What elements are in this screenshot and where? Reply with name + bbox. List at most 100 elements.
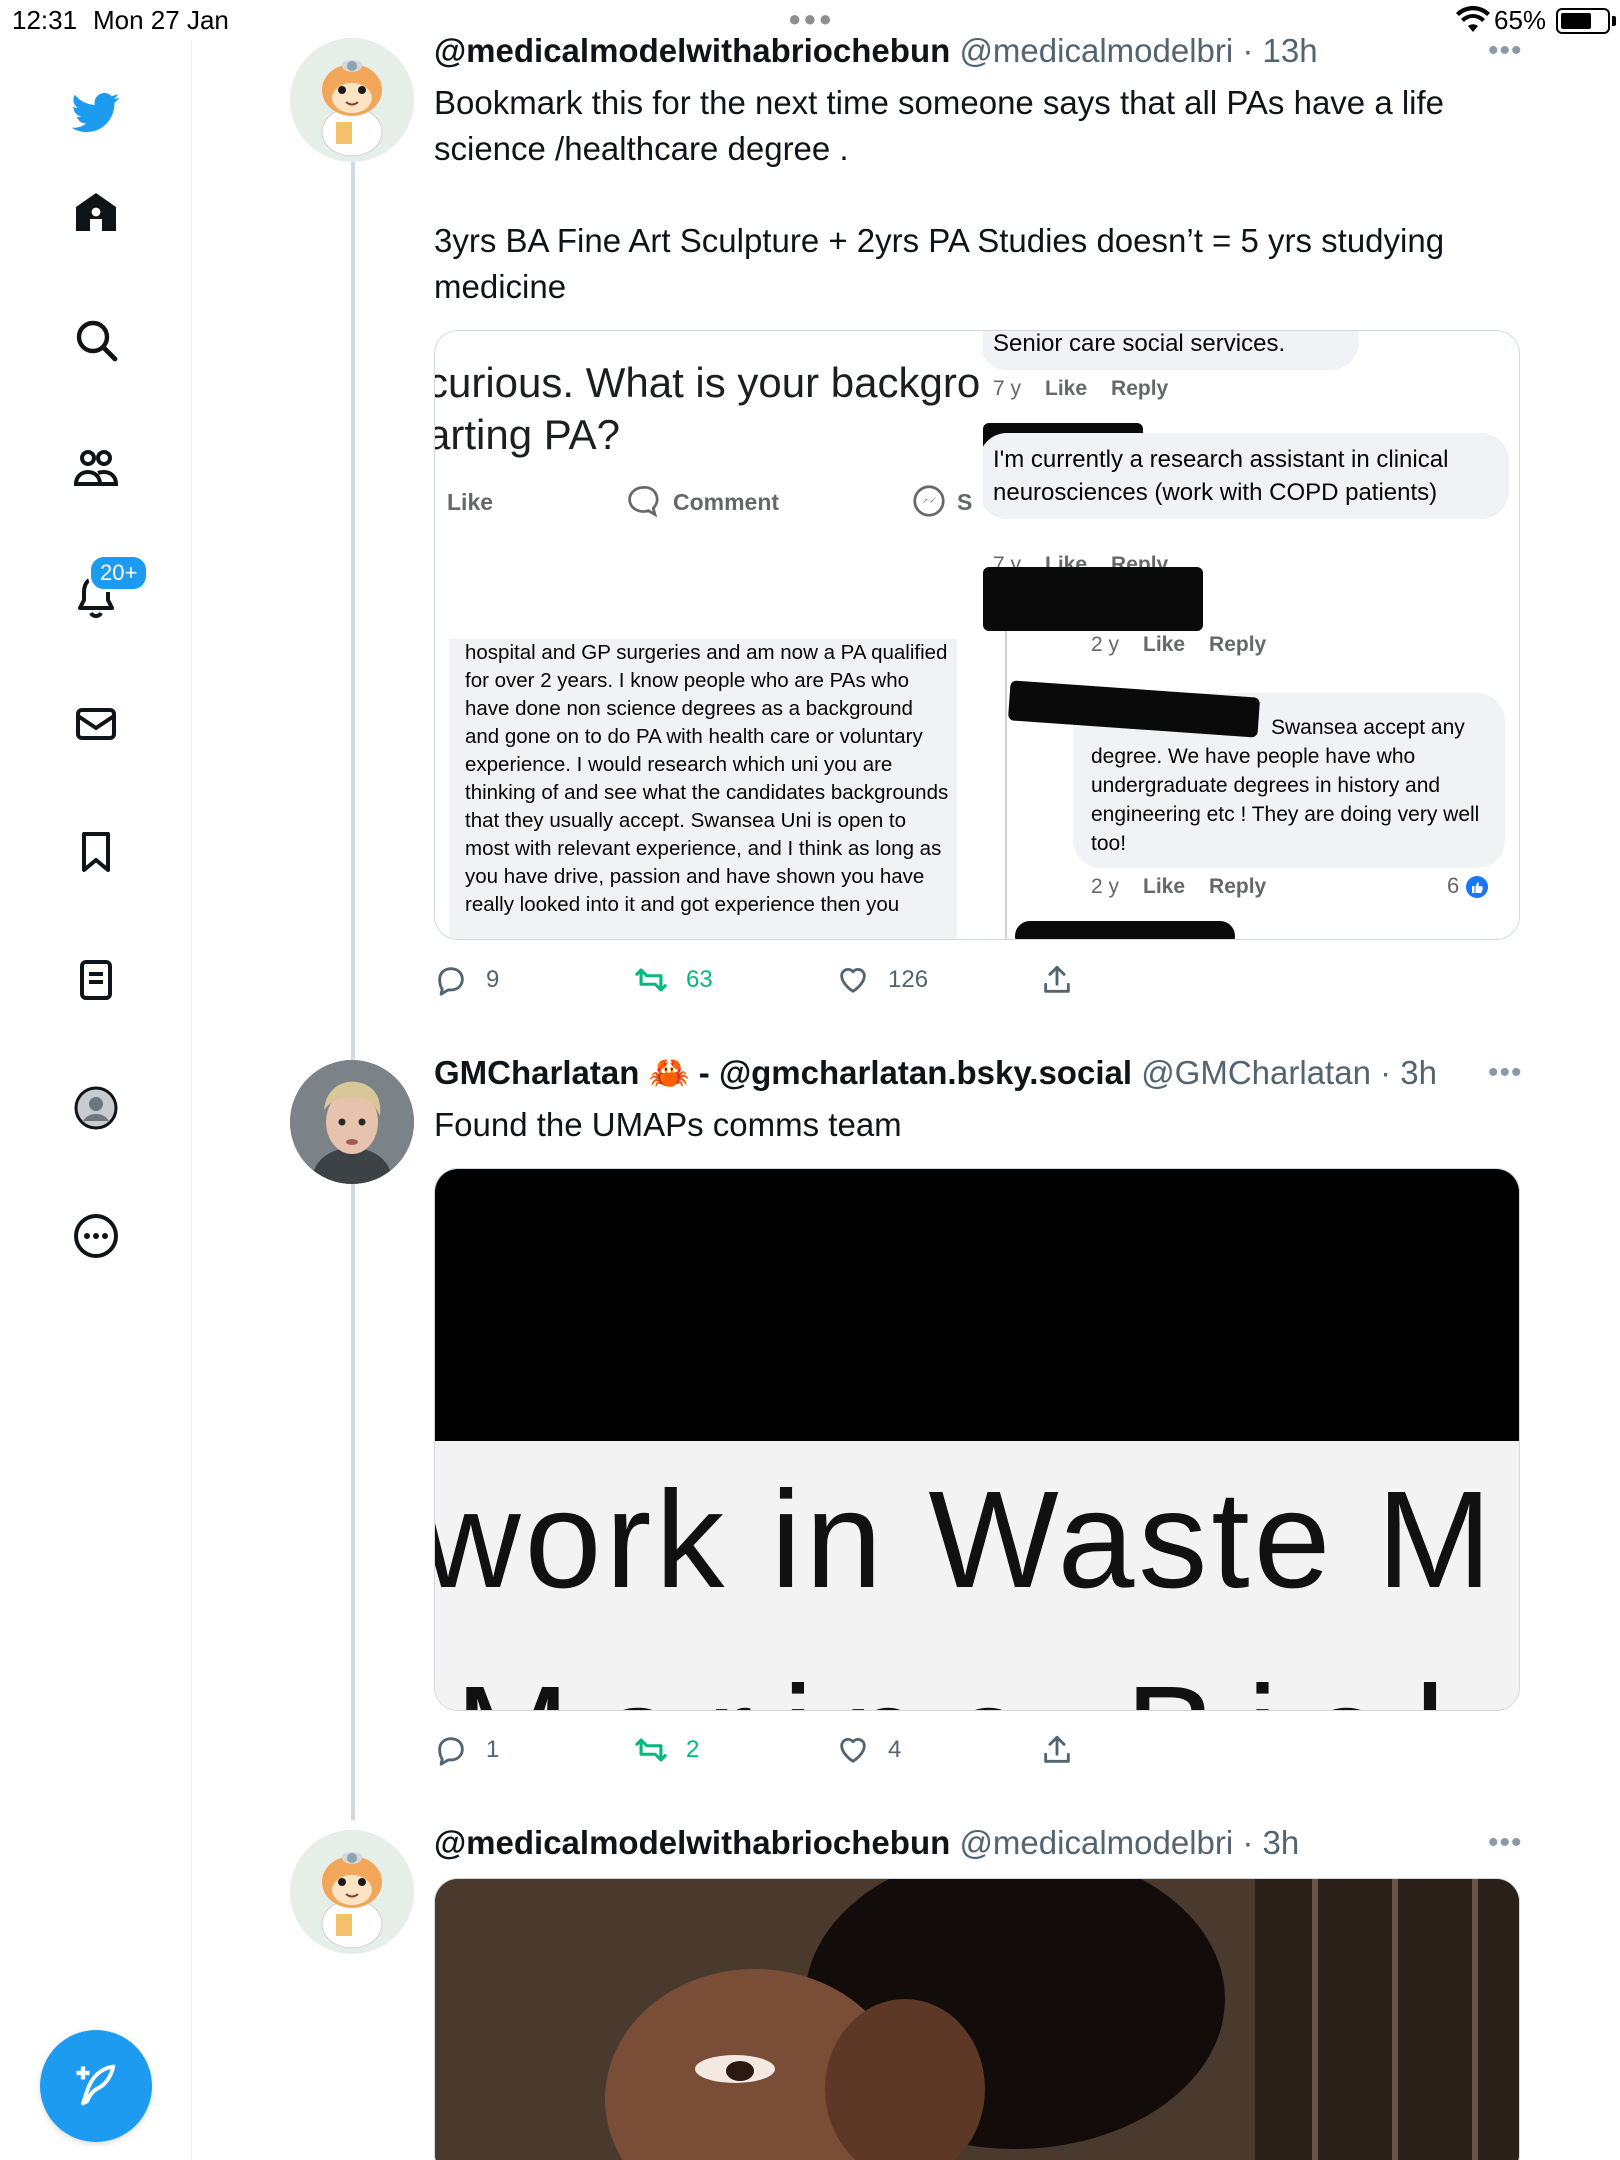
screenshot-comment-text: Senior care social services. <box>993 331 1286 357</box>
media-black-area <box>435 1169 1519 1441</box>
compose-feather-icon <box>76 2064 116 2106</box>
retweet-button[interactable]: 63 <box>634 960 713 1000</box>
lists-icon[interactable] <box>66 950 126 1010</box>
screenshot-comment-meta: 2 y Like Reply <box>1091 875 1266 899</box>
notifications-badge: 20+ <box>88 554 150 592</box>
share-button[interactable] <box>1040 1730 1092 1770</box>
tweet-avatar[interactable] <box>290 1060 414 1184</box>
tweet-media-image[interactable]: work in Waste M Marine Biology <box>434 1168 1520 1711</box>
tweet-text-line <box>434 172 1514 218</box>
tweet-display-name[interactable]: @medicalmodelwithabriochebun <box>434 32 950 69</box>
man-portrait-avatar-image <box>290 1060 414 1184</box>
redaction-bar <box>983 567 1203 631</box>
battery-icon <box>1556 8 1610 34</box>
twitter-logo-icon[interactable] <box>66 82 126 142</box>
tweet-handle-time: @GMCharlatan · 3h <box>1141 1054 1437 1091</box>
tweet-media-image[interactable] <box>434 1878 1520 2160</box>
tweet-text-line: Bookmark this for the next time someone … <box>434 84 1445 167</box>
heart-icon <box>840 1738 866 1763</box>
screenshot-comment-text: I'm currently a research assistant in cl… <box>993 446 1449 506</box>
reply-icon <box>438 967 464 996</box>
reply-count: 9 <box>486 966 500 993</box>
retweet-button[interactable]: 2 <box>634 1730 699 1770</box>
share-icon <box>1044 965 1070 993</box>
reply-icon <box>438 1737 464 1766</box>
tweet-header: @medicalmodelwithabriochebun @medicalmod… <box>434 1824 1299 1862</box>
retweet-count: 63 <box>686 966 713 993</box>
screenshot-like-label: Like <box>447 489 494 515</box>
tweet-avatar[interactable] <box>290 1830 414 1954</box>
reply-button[interactable]: 9 <box>434 960 499 1000</box>
tweet-text-line: 3yrs BA Fine Art Sculpture + 2yrs PA Stu… <box>434 222 1445 305</box>
redaction-bar <box>1015 921 1235 939</box>
profile-avatar-icon[interactable] <box>66 1078 126 1138</box>
screenshot-post-panel: curious. What is your backgrou arting PA… <box>435 331 1004 631</box>
screenshot-question: curious. What is your backgrou arting PA… <box>434 357 1004 461</box>
status-time: 12:31 <box>12 5 78 35</box>
screenshot-comment-meta: 2 y Like Reply <box>1091 633 1266 657</box>
retweet-icon <box>635 968 667 992</box>
screenshot-question-line: curious. What is your backgrou <box>434 359 1004 406</box>
tweet-media-image[interactable]: curious. What is your backgrou arting PA… <box>434 330 1520 940</box>
thumbs-up-reaction-icon <box>1466 876 1489 899</box>
screenshot-comment-text: Swansea accept any degree. We have peopl… <box>1091 716 1480 855</box>
retweet-count: 2 <box>686 1736 700 1763</box>
comment-age: 7 y <box>993 377 1022 400</box>
search-icon[interactable] <box>66 310 126 370</box>
tweet-more-options-icon[interactable]: ••• <box>1488 34 1523 68</box>
sidebar: 20+ <box>0 40 192 2160</box>
screenshot-long-comment-text: hospital and GP surgeries and am now a P… <box>465 641 949 916</box>
tweet-display-name[interactable]: GMCharlatan 🦀 - @gmcharlatan.bsky.social <box>434 1054 1132 1091</box>
tweet-handle-time: @medicalmodelbri · 13h <box>959 32 1318 69</box>
screenshot-comments-panel: Senior care social services. 7 y Like Repl… <box>983 331 1519 631</box>
hamster-doctor-avatar-image <box>290 38 414 162</box>
media-caption-text: Marine Biology <box>455 1656 1519 1710</box>
tweet-display-name[interactable]: @medicalmodelwithabriochebun <box>434 1824 950 1861</box>
photo-two-people-image <box>435 1879 1519 2160</box>
screenshot-comment-bubble: Senior care social services. <box>983 331 1359 370</box>
tweet-header: @medicalmodelwithabriochebun @medicalmod… <box>434 32 1318 70</box>
like-button[interactable]: 4 <box>836 1730 901 1770</box>
messenger-icon <box>913 485 945 517</box>
redaction-bar <box>1007 680 1261 738</box>
comment-like: Like <box>1143 633 1186 656</box>
compose-tweet-button[interactable] <box>40 2030 152 2142</box>
comment-reply: Reply <box>1209 875 1267 898</box>
home-icon[interactable] <box>66 182 126 242</box>
like-count: 4 <box>888 1736 902 1763</box>
comment-reply: Reply <box>1111 377 1169 400</box>
battery-percent: 65% <box>1494 5 1547 35</box>
tweet-more-options-icon[interactable]: ••• <box>1488 1826 1523 1860</box>
share-icon <box>1044 1735 1070 1763</box>
tweet-more-options-icon[interactable]: ••• <box>1488 1056 1523 1090</box>
tweet-actions: 9 63 126 <box>434 960 1134 1000</box>
like-button[interactable]: 126 <box>836 960 928 1000</box>
bookmarks-icon[interactable] <box>66 822 126 882</box>
messages-envelope-icon[interactable] <box>66 694 126 754</box>
multitasking-dots-icon[interactable]: ●●● <box>788 6 834 32</box>
screenshot-long-comment: hospital and GP surgeries and am now a P… <box>449 639 957 939</box>
communities-icon[interactable] <box>66 438 126 498</box>
media-text-crop: work in Waste M Marine Biology <box>435 1441 1519 1710</box>
battery-level-fill <box>1561 13 1591 29</box>
screenshot-reaction-count: 6 <box>1447 873 1489 899</box>
reply-thread-line <box>1005 631 1007 939</box>
share-button[interactable] <box>1040 960 1092 1000</box>
comment-reply: Reply <box>1209 633 1267 656</box>
heart-icon <box>840 968 866 993</box>
retweet-icon <box>635 1738 667 1762</box>
wifi-icon <box>1456 6 1490 32</box>
comment-age: 2 y <box>1091 633 1120 656</box>
like-count: 126 <box>888 966 929 993</box>
screenshot-share-label: S <box>957 489 973 515</box>
more-options-icon[interactable] <box>66 1206 126 1266</box>
reply-button[interactable]: 1 <box>434 1730 499 1770</box>
tweet-header: GMCharlatan 🦀 - @gmcharlatan.bsky.social… <box>434 1054 1437 1093</box>
screenshot-comment-bubble: I'm currently a research assistant in cl… <box>983 433 1509 519</box>
screenshot-comment-meta: 7 y Like Reply <box>993 377 1168 401</box>
tweet-actions: 1 2 4 <box>434 1730 1134 1770</box>
status-date: Mon 27 Jan <box>93 5 229 35</box>
comment-bubble-icon <box>628 485 659 518</box>
comment-like: Like <box>1143 875 1186 898</box>
tweet-avatar[interactable] <box>290 38 414 162</box>
